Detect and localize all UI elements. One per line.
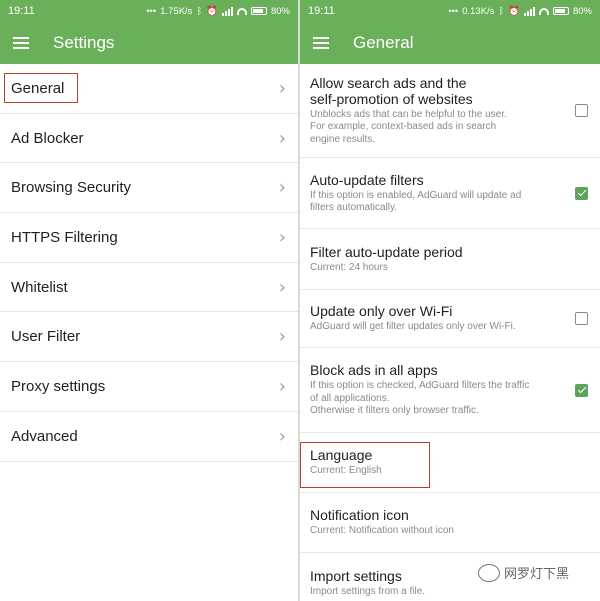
setting-title: Block ads in all apps — [310, 362, 438, 379]
setting-notification-icon[interactable]: Notification icon Current: Notification … — [300, 493, 600, 553]
block-ads-all-apps-checkbox[interactable] — [575, 383, 588, 397]
setting-auto-update-filters[interactable]: Auto-update filters If this option is en… — [300, 158, 600, 229]
settings-menu: General › Ad Blocker › Browsing Security… — [0, 64, 298, 462]
setting-desc: AdGuard will get filter updates only ove… — [310, 321, 516, 333]
setting-desc: Current: 24 hours — [310, 261, 388, 273]
highlight-box-language — [300, 442, 430, 488]
menu-item-label: Browsing Security — [11, 179, 132, 197]
menu-item-proxy-settings[interactable]: Proxy settings › — [0, 362, 298, 412]
setting-title: Notification icon — [310, 507, 409, 524]
wifi-icon — [538, 7, 549, 15]
signal-icon — [523, 6, 535, 16]
battery-level: 80% — [270, 5, 290, 17]
battery-icon — [552, 7, 569, 15]
menu-item-label: User Filter — [11, 328, 81, 346]
alarm-icon: ⏰ — [508, 5, 520, 17]
app-toolbar: General — [300, 22, 600, 64]
alarm-icon: ⏰ — [206, 5, 218, 17]
setting-title: Auto-update filters — [310, 171, 424, 188]
setting-block-ads-all-apps[interactable]: Block ads in all apps If this option is … — [300, 348, 600, 433]
bluetooth-icon: ᛒ — [196, 5, 203, 17]
menu-item-label: Advanced — [11, 427, 78, 445]
setting-title: Import settings — [310, 567, 402, 584]
status-time: 19:11 — [8, 5, 35, 17]
net-speed: 1.75K/s — [160, 5, 193, 17]
menu-icon[interactable] — [13, 37, 29, 49]
menu-item-label: Whitelist — [11, 278, 68, 296]
update-over-wifi-checkbox[interactable] — [575, 312, 588, 325]
page-title: General — [353, 33, 414, 52]
setting-title: Filter auto-update period — [310, 243, 463, 260]
menu-item-advanced[interactable]: Advanced › — [0, 412, 298, 462]
chevron-right-icon: › — [278, 226, 286, 248]
bluetooth-icon: ᛒ — [498, 5, 505, 17]
signal-icon — [221, 6, 233, 16]
more-dots-icon: ••• — [448, 5, 459, 17]
menu-item-https-filtering[interactable]: HTTPS Filtering › — [0, 213, 298, 263]
auto-update-filters-checkbox[interactable] — [575, 186, 588, 200]
highlight-box-general — [4, 73, 78, 103]
chevron-right-icon: › — [278, 425, 286, 447]
chevron-right-icon: › — [278, 77, 286, 99]
status-bar: 19:11 ••• 1.75K/s ᛒ ⏰ 80% — [0, 0, 298, 22]
general-settings-screen: 19:11 ••• 0.13K/s ᛒ ⏰ 80% General Allow … — [300, 0, 600, 601]
menu-icon[interactable] — [313, 37, 329, 49]
app-toolbar: Settings — [0, 22, 298, 64]
setting-title: Update only over Wi-Fi — [310, 303, 453, 320]
menu-item-label: HTTPS Filtering — [11, 228, 118, 246]
setting-filter-auto-update-period[interactable]: Filter auto-update period Current: 24 ho… — [300, 229, 600, 290]
menu-item-browsing-security[interactable]: Browsing Security › — [0, 163, 298, 214]
status-bar: 19:11 ••• 0.13K/s ᛒ ⏰ 80% — [300, 0, 600, 22]
battery-icon — [250, 7, 267, 15]
chevron-right-icon: › — [278, 177, 286, 199]
allow-search-ads-checkbox[interactable] — [575, 104, 588, 117]
settings-screen: 19:11 ••• 1.75K/s ᛒ ⏰ 80% Settings Gener… — [0, 0, 298, 601]
setting-desc: Unblocks ads that can be helpful to the … — [310, 108, 507, 145]
wifi-icon — [236, 7, 247, 15]
setting-title: self-promotion of websites — [310, 90, 473, 107]
watermark-text: 网罗灯下黑 — [504, 566, 570, 581]
setting-desc: Current: Notification without icon — [310, 525, 454, 537]
menu-item-whitelist[interactable]: Whitelist › — [0, 263, 298, 313]
chevron-right-icon: › — [278, 326, 286, 348]
setting-update-over-wifi[interactable]: Update only over Wi-Fi AdGuard will get … — [300, 290, 600, 348]
chevron-right-icon: › — [278, 276, 286, 298]
menu-item-user-filter[interactable]: User Filter › — [0, 312, 298, 363]
menu-item-ad-blocker[interactable]: Ad Blocker › — [0, 114, 298, 164]
chevron-right-icon: › — [278, 127, 286, 149]
net-speed: 0.13K/s — [462, 5, 495, 17]
wechat-logo-icon — [478, 563, 500, 582]
watermark: 网罗灯下黑 — [478, 563, 569, 582]
more-dots-icon: ••• — [146, 5, 157, 17]
setting-desc: Import settings from a file. — [310, 585, 426, 597]
setting-title: Allow search ads and the — [310, 74, 467, 91]
setting-desc: If this option is checked, AdGuard filte… — [310, 380, 530, 417]
page-title: Settings — [53, 33, 115, 52]
chevron-right-icon: › — [278, 375, 286, 397]
status-time: 19:11 — [308, 5, 335, 17]
battery-level: 80% — [572, 5, 592, 17]
setting-allow-search-ads[interactable]: Allow search ads and the self-promotion … — [300, 64, 600, 158]
menu-item-label: Ad Blocker — [11, 129, 84, 147]
setting-desc: If this option is enabled, AdGuard will … — [310, 189, 522, 214]
menu-item-label: Proxy settings — [11, 377, 106, 395]
